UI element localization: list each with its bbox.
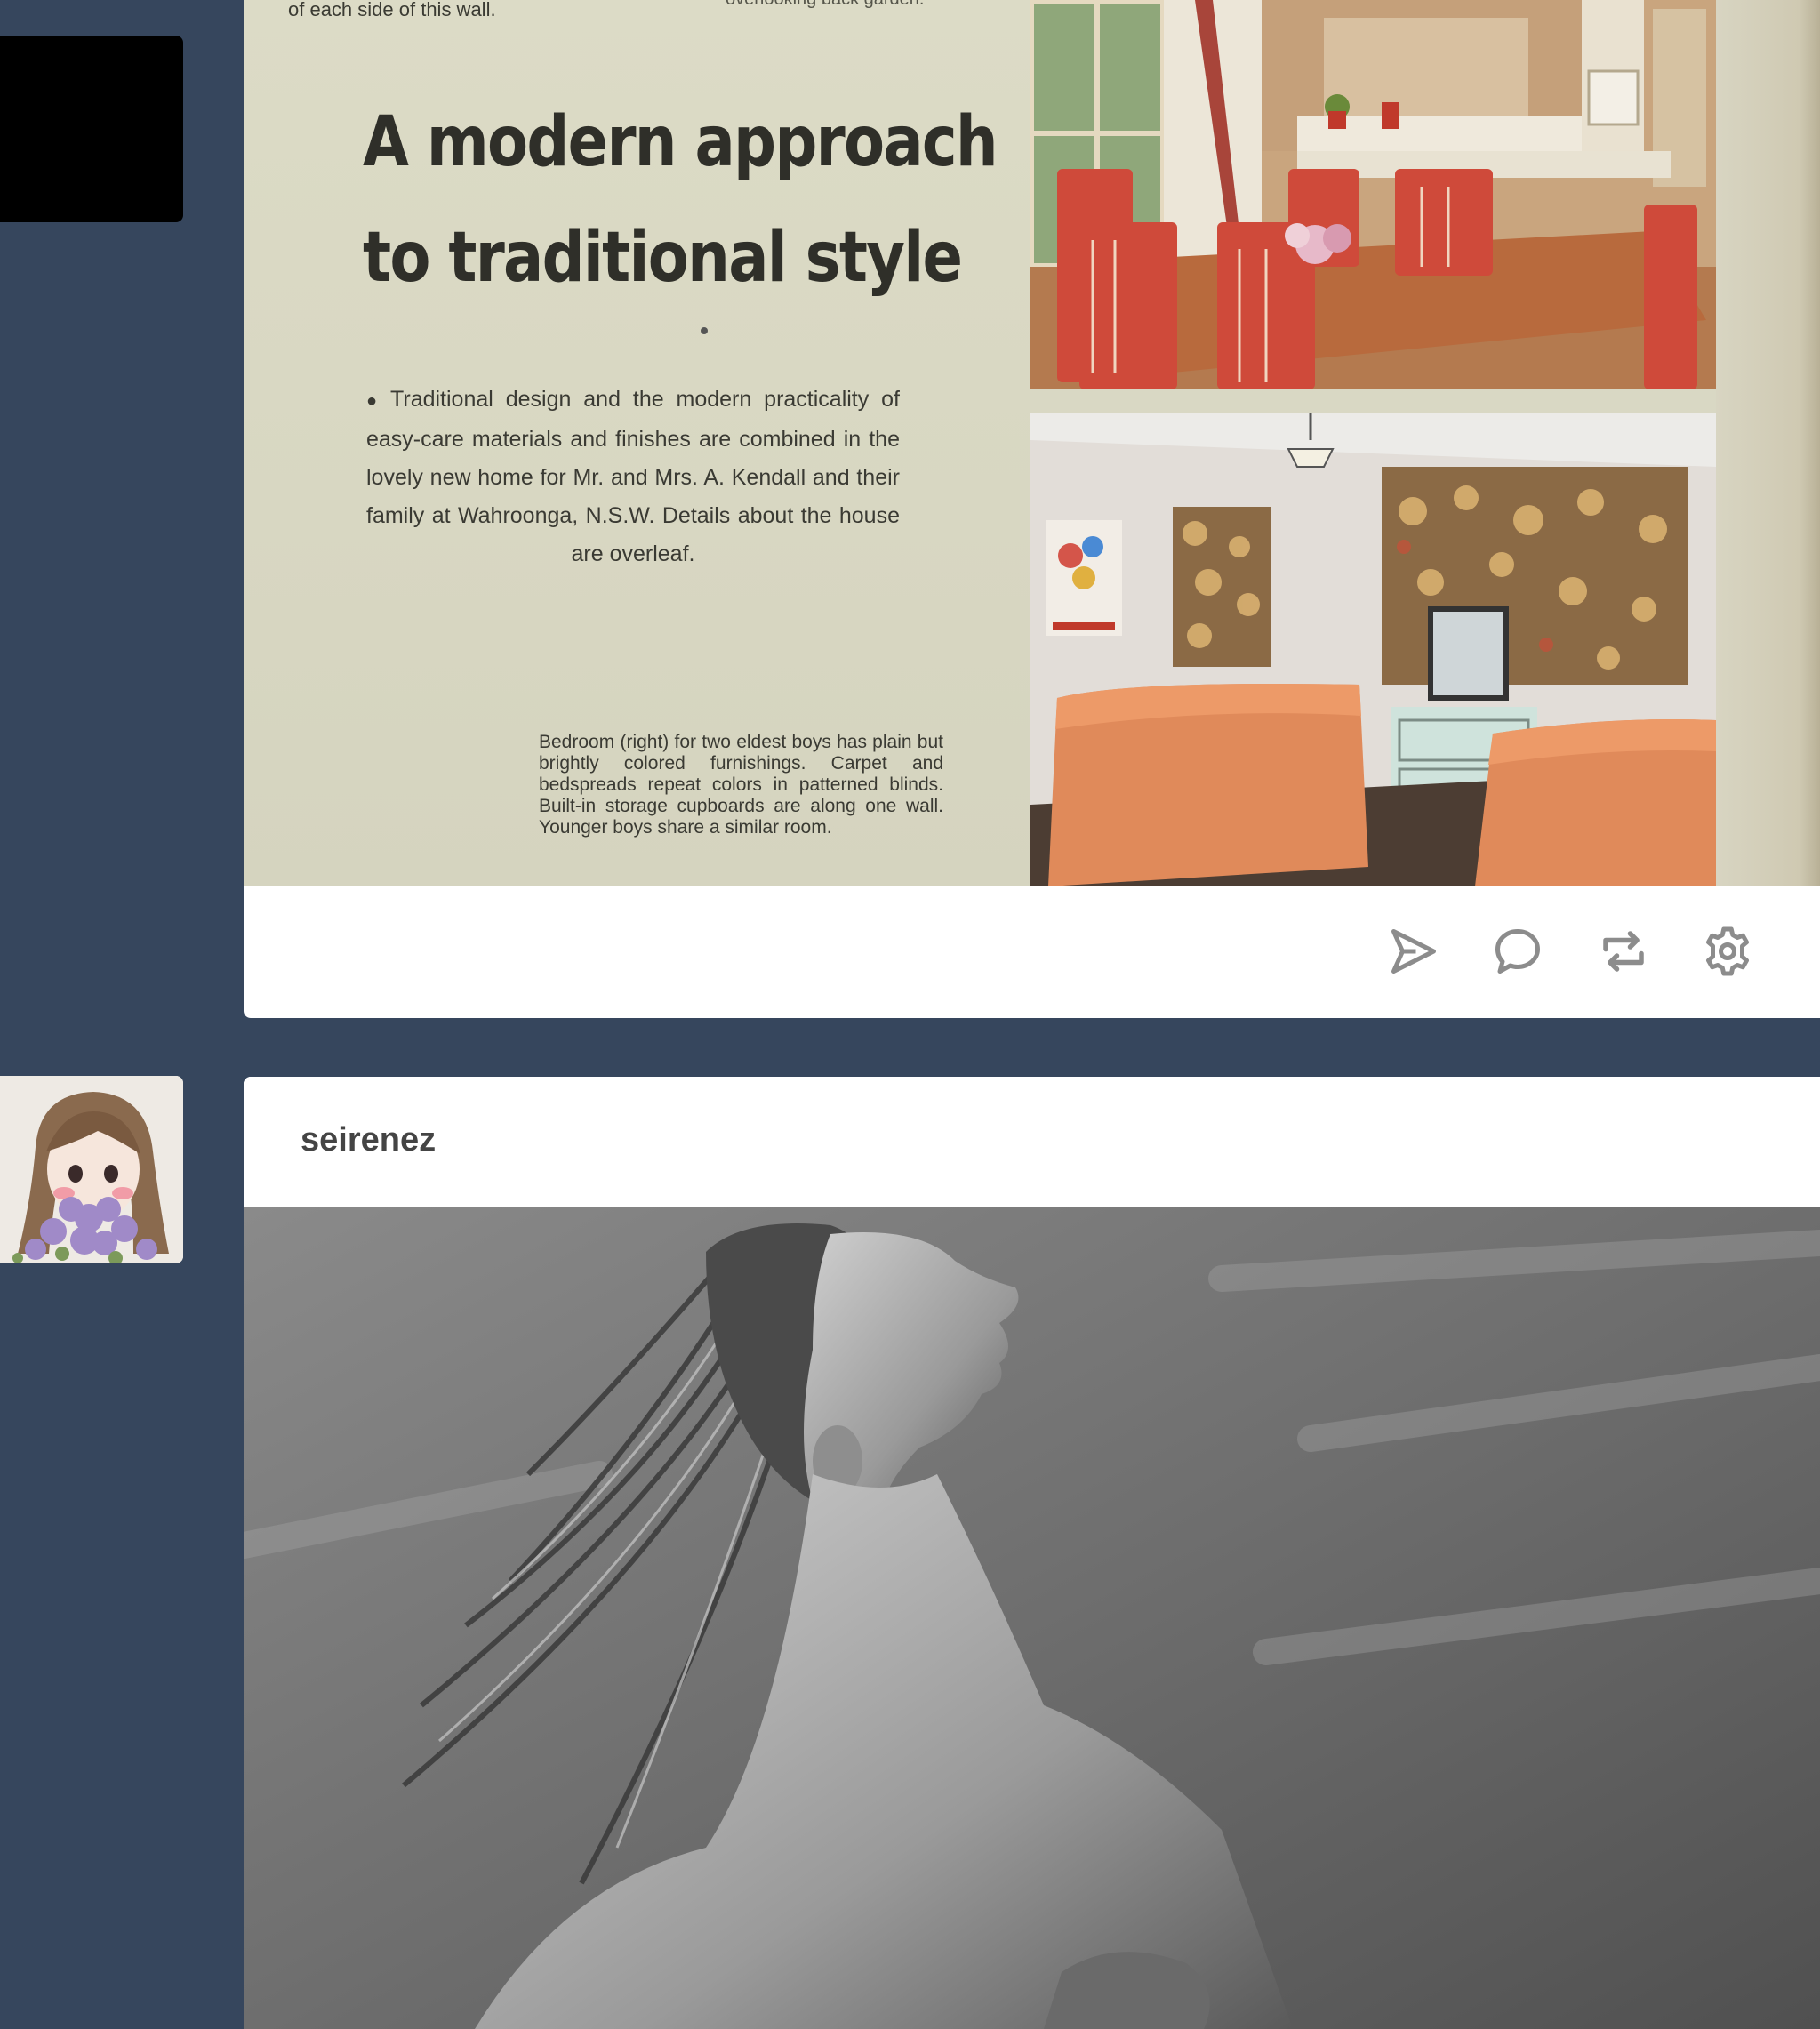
blog-avatar-1[interactable] <box>0 36 183 222</box>
magazine-body: ● Traditional design and the modern pract… <box>366 381 900 573</box>
magazine-page-edge <box>1716 0 1820 886</box>
magazine-top-right-text: overlooking back garden. <box>726 0 924 10</box>
blog-avatar-seirenez[interactable] <box>0 1076 183 1263</box>
magazine-bullet: ● <box>366 391 384 411</box>
post-image-magazine-scan[interactable]: of each side of this wall. overlooking b… <box>244 0 1820 886</box>
post-image-bw-portrait[interactable] <box>244 1207 1820 2029</box>
post-actions-bar <box>244 886 1820 1018</box>
post-header: seirenez <box>244 1077 1820 1207</box>
magazine-text-page: of each side of this wall. overlooking b… <box>244 0 1030 886</box>
kitchen-photo <box>1030 0 1716 389</box>
magazine-separator-dot <box>701 327 708 334</box>
post-card-2: seirenez <box>244 1077 1820 2029</box>
magazine-heading: A modern approach to traditional style <box>363 84 998 316</box>
post-card-1: of each side of this wall. overlooking b… <box>244 0 1820 1018</box>
magazine-heading-line1: A modern approach <box>363 102 998 182</box>
reblog-icon[interactable] <box>1591 919 1656 983</box>
magazine-heading-line2: to traditional style <box>363 218 963 298</box>
bedroom-photo <box>1030 413 1716 886</box>
magazine-body-text: Traditional design and the modern practi… <box>366 387 900 566</box>
blog-name-link[interactable]: seirenez <box>301 1121 436 1159</box>
gear-icon[interactable] <box>1696 919 1760 983</box>
magazine-top-left-text: of each side of this wall. <box>288 0 496 20</box>
send-icon[interactable] <box>1382 919 1446 983</box>
magazine-caption: Bedroom (right) for two eldest boys has … <box>539 732 943 838</box>
avatar-illustration <box>0 1076 183 1263</box>
comment-icon[interactable] <box>1486 919 1550 983</box>
